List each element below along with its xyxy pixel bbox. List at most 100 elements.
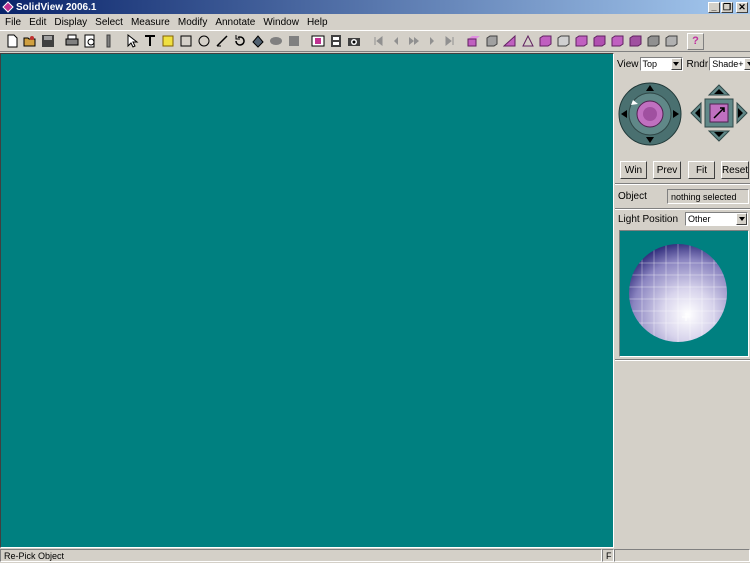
shape-icon	[251, 35, 264, 48]
menu-modify[interactable]: Modify	[175, 17, 212, 28]
help-button[interactable]: ?	[687, 32, 704, 50]
film-button[interactable]	[327, 33, 344, 50]
menu-window[interactable]: Window	[260, 17, 304, 28]
view-shade-button[interactable]	[627, 33, 644, 50]
save-icon	[41, 35, 54, 47]
object-field: nothing selected	[667, 189, 749, 204]
view-select[interactable]: Top	[639, 57, 683, 71]
view-front-button[interactable]	[465, 33, 482, 50]
rectangle-button[interactable]	[177, 33, 194, 50]
menu-edit[interactable]: Edit	[26, 17, 51, 28]
view-wire-button[interactable]	[645, 33, 662, 50]
print-preview-button[interactable]	[81, 33, 98, 50]
menu-file[interactable]: File	[2, 17, 26, 28]
new-file-icon	[7, 34, 17, 48]
prev-frame-button[interactable]	[387, 33, 404, 50]
first-frame-button[interactable]	[369, 33, 386, 50]
view-hidden-icon	[665, 35, 677, 47]
note-button[interactable]	[159, 33, 176, 50]
view-hidden-button[interactable]	[663, 33, 680, 50]
select-button[interactable]	[123, 33, 140, 50]
fast-forward-icon	[408, 37, 419, 45]
control-panel: View Top Rndr Shade+F.. Win Prev Fit Res…	[615, 53, 750, 548]
circle-button[interactable]	[195, 33, 212, 50]
win-button[interactable]: Win	[620, 161, 647, 179]
save-button[interactable]	[39, 33, 56, 50]
light-position-preview[interactable]	[619, 230, 749, 357]
shape-button[interactable]	[249, 33, 266, 50]
ellipse-button[interactable]	[267, 33, 284, 50]
text-button[interactable]	[141, 33, 158, 50]
menu-bar: File Edit Display Select Measure Modify …	[0, 14, 750, 30]
light-position-value: Other	[688, 214, 711, 224]
status-bar: Re-Pick Object F	[0, 549, 750, 563]
menu-help[interactable]: Help	[304, 17, 333, 28]
prev-frame-icon	[393, 37, 398, 45]
view-iso-icon	[502, 34, 515, 47]
new-file-button[interactable]	[3, 33, 20, 50]
status-extra	[614, 549, 750, 562]
view-left-icon	[521, 34, 534, 47]
view-fit-icon	[611, 35, 623, 47]
prev-button[interactable]: Prev	[653, 161, 681, 179]
lit-sphere	[629, 244, 727, 342]
print-preview-icon	[84, 34, 94, 48]
view-persp-button[interactable]	[591, 33, 608, 50]
menu-annotate[interactable]: Annotate	[212, 17, 260, 28]
view-back-icon	[486, 35, 497, 47]
rotate-icon	[234, 35, 245, 46]
line-icon	[215, 35, 228, 47]
restore-button[interactable]: ❐	[721, 1, 733, 13]
close-button[interactable]: ✕	[736, 1, 748, 13]
view-wire-icon	[647, 35, 659, 47]
snapshot-button[interactable]	[309, 33, 326, 50]
menu-select[interactable]: Select	[92, 17, 128, 28]
view-shade-icon	[629, 35, 641, 47]
select-arrow-icon	[127, 34, 138, 48]
rotate-button[interactable]	[231, 33, 248, 50]
view-bottom-icon	[575, 35, 587, 47]
view-fit-button[interactable]	[609, 33, 626, 50]
view-right-button[interactable]	[537, 33, 554, 50]
menu-display[interactable]: Display	[51, 17, 92, 28]
chevron-down-icon	[736, 213, 747, 225]
pipe-button[interactable]	[99, 33, 116, 50]
render-select-value: Shade+F..	[712, 59, 744, 69]
last-frame-button[interactable]	[441, 33, 458, 50]
fast-forward-button[interactable]	[405, 33, 422, 50]
reset-button[interactable]: Reset	[721, 161, 749, 179]
3d-viewport[interactable]	[0, 53, 614, 548]
app-icon	[2, 1, 14, 13]
next-frame-button[interactable]	[423, 33, 440, 50]
view-bottom-button[interactable]	[573, 33, 590, 50]
square-fill-icon	[288, 36, 299, 46]
open-button[interactable]	[21, 33, 38, 50]
pan-pad[interactable]	[690, 84, 748, 142]
menu-measure[interactable]: Measure	[128, 17, 175, 28]
chevron-down-icon	[744, 58, 750, 70]
view-iso-button[interactable]	[501, 33, 518, 50]
view-persp-icon	[593, 35, 605, 47]
line-button[interactable]	[213, 33, 230, 50]
camera-button[interactable]	[345, 33, 362, 50]
orbit-dial[interactable]	[618, 82, 682, 146]
view-left-button[interactable]	[519, 33, 536, 50]
light-position-label: Light Position	[618, 213, 679, 225]
render-select[interactable]: Shade+F..	[709, 57, 750, 71]
snapshot-icon	[311, 35, 324, 47]
view-right-icon	[539, 35, 551, 47]
view-back-button[interactable]	[483, 33, 500, 50]
minimize-button[interactable]: _	[708, 1, 720, 13]
object-label: Object	[618, 191, 647, 202]
text-tool-icon	[144, 35, 155, 46]
view-top-button[interactable]	[555, 33, 572, 50]
light-position-select[interactable]: Other	[685, 212, 748, 226]
fit-button[interactable]: Fit	[688, 161, 715, 179]
window-title: SolidView 2006.1	[16, 1, 97, 13]
square-fill-button[interactable]	[285, 33, 302, 50]
pipe-icon	[106, 34, 110, 48]
print-button[interactable]	[63, 33, 80, 50]
camera-icon	[347, 38, 360, 46]
title-bar: SolidView 2006.1 _ ❐ ✕	[0, 0, 750, 14]
status-indicator: F	[602, 549, 614, 562]
